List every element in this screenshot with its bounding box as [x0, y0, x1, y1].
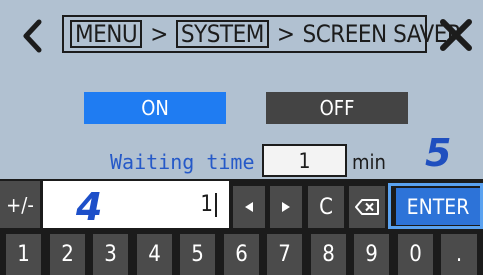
digit-key-6[interactable]: 6 [224, 234, 259, 275]
digit-key-2[interactable]: 2 [50, 234, 85, 275]
waiting-time-label: Waiting time [110, 150, 255, 174]
sign-toggle-key[interactable]: +/- [0, 181, 40, 228]
breadcrumb-separator: > [276, 20, 295, 48]
digit-key-7[interactable]: 7 [267, 234, 302, 275]
close-button[interactable] [437, 16, 475, 54]
clear-key[interactable]: C [308, 186, 344, 228]
digit-key-8[interactable]: 8 [311, 234, 346, 275]
enter-key[interactable]: ENTER [396, 188, 480, 225]
screen-saver-screen: MENU > SYSTEM > SCREEN SAVER ON OFF Wait… [0, 0, 483, 275]
breadcrumb-separator: > [150, 20, 168, 48]
breadcrumb-menu: MENU [70, 20, 143, 48]
breadcrumb-system: SYSTEM [175, 20, 269, 48]
digit-key-4[interactable]: 4 [137, 234, 172, 275]
triangle-left-icon [245, 202, 253, 212]
title-bar: MENU > SYSTEM > SCREEN SAVER [0, 0, 483, 66]
decimal-point-key[interactable]: . [441, 234, 477, 275]
on-button[interactable]: ON [84, 92, 226, 124]
step-4-callout: 4 [76, 185, 103, 229]
cursor-right-key[interactable] [270, 186, 302, 228]
step-5-callout: 5 [425, 131, 452, 175]
backspace-key[interactable] [349, 186, 385, 228]
off-button[interactable]: OFF [266, 92, 408, 124]
keypad-input-display[interactable]: 1 [43, 181, 229, 228]
waiting-time-value: 1 [298, 148, 311, 173]
keypad-input-value: 1 [200, 192, 213, 217]
close-x-icon [440, 19, 472, 51]
waiting-time-field[interactable]: 1 [262, 144, 347, 177]
back-button[interactable] [18, 16, 46, 56]
digit-key-1[interactable]: 1 [6, 234, 41, 275]
cursor-left-key[interactable] [233, 186, 265, 228]
text-caret [215, 192, 217, 217]
backspace-icon [355, 199, 379, 215]
digit-key-3[interactable]: 3 [93, 234, 128, 275]
digit-key-9[interactable]: 9 [354, 234, 389, 275]
chevron-left-icon [23, 19, 42, 53]
digit-key-5[interactable]: 5 [180, 234, 215, 275]
waiting-time-unit: min [352, 150, 386, 174]
triangle-right-icon [282, 202, 290, 212]
breadcrumb: MENU > SYSTEM > SCREEN SAVER [62, 15, 462, 53]
digit-key-0[interactable]: 0 [398, 234, 433, 275]
